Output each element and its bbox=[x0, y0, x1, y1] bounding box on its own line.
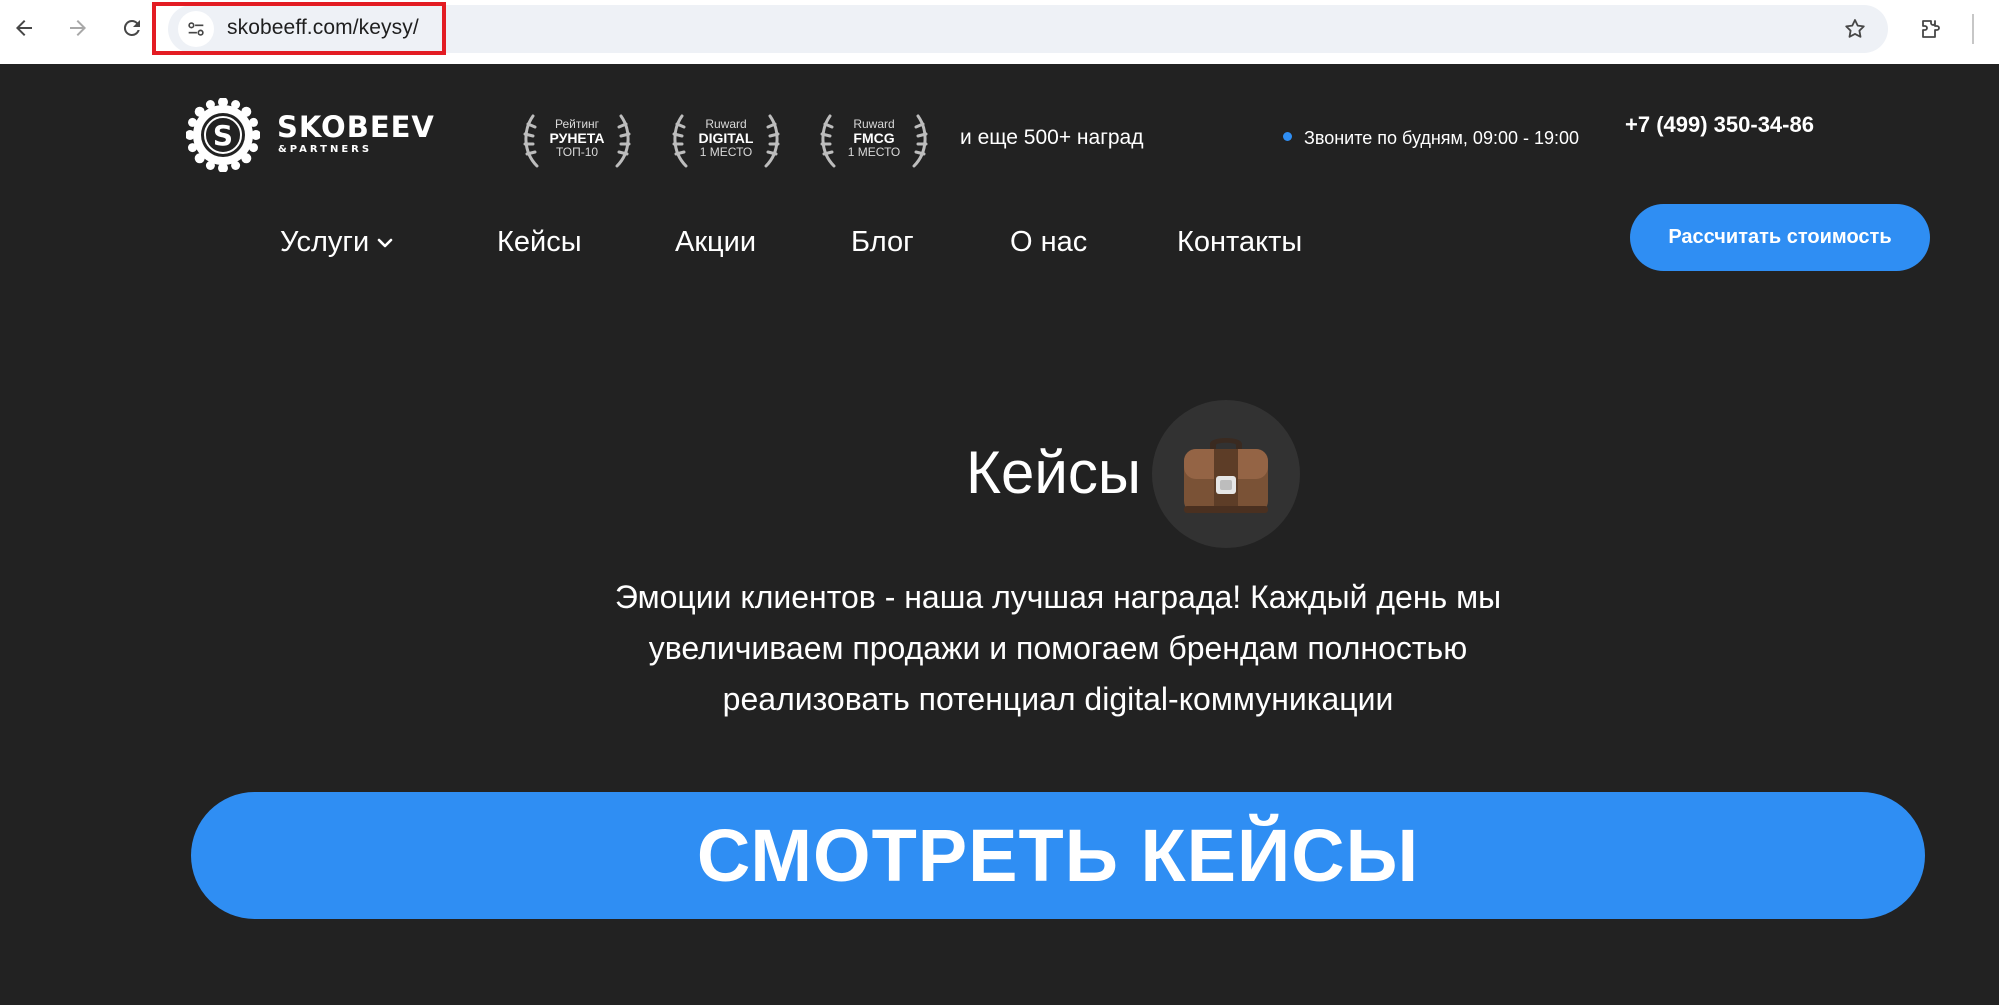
forward-icon[interactable] bbox=[60, 10, 96, 46]
logo-subtitle: &PARTNERS bbox=[278, 144, 373, 155]
extensions-icon[interactable] bbox=[1912, 11, 1948, 47]
logo-badge-icon: S bbox=[186, 98, 260, 172]
phone-link[interactable]: +7 (499) 350-34-86 bbox=[1625, 112, 1814, 138]
nav-item-blog[interactable]: Блог bbox=[851, 226, 914, 259]
award-line: РУНЕТА bbox=[549, 130, 605, 146]
hero-description: Эмоции клиентов - наша лучшая награда! К… bbox=[558, 572, 1558, 725]
briefcase-icon bbox=[1152, 400, 1300, 548]
award-line: FMCG bbox=[853, 130, 895, 146]
award-line: 1 МЕСТО bbox=[847, 145, 901, 159]
nav-item-promotions[interactable]: Акции bbox=[675, 226, 756, 259]
chevron-down-icon bbox=[377, 239, 393, 248]
bookmark-star-icon[interactable] bbox=[1837, 11, 1873, 47]
award-badge: Ruward FMCG 1 МЕСТО bbox=[816, 110, 932, 172]
award-badge: Рейтинг РУНЕТА ТОП-10 bbox=[519, 110, 635, 172]
hero-text-line: реализовать потенциал digital-коммуникац… bbox=[722, 681, 1394, 717]
calculate-cost-button[interactable]: Рассчитать стоимость bbox=[1630, 204, 1930, 271]
awards-more-text: и еще 500+ наград bbox=[960, 126, 1144, 149]
nav-item-label: Услуги bbox=[280, 226, 370, 258]
nav-item-services[interactable]: Услуги bbox=[280, 226, 393, 259]
toolbar-divider bbox=[1972, 14, 1974, 44]
logo[interactable]: S SKOBEEV &PARTNERS bbox=[186, 98, 434, 172]
award-line: Ruward bbox=[853, 117, 895, 131]
award-line: DIGITAL bbox=[698, 130, 754, 146]
page-title: Кейсы bbox=[966, 439, 1141, 506]
hero-text-line: увеличиваем продажи и помогаем брендам п… bbox=[648, 630, 1468, 666]
award-line: Ruward bbox=[705, 117, 747, 131]
svg-text:S: S bbox=[213, 119, 233, 152]
award-badge: Ruward DIGITAL 1 МЕСТО bbox=[668, 110, 784, 172]
logo-name: SKOBEEV bbox=[277, 110, 435, 144]
status-dot bbox=[1283, 132, 1292, 141]
nav-item-contacts[interactable]: Контакты bbox=[1177, 226, 1302, 259]
view-cases-button[interactable]: СМОТРЕТЬ КЕЙСЫ bbox=[191, 792, 1925, 919]
award-line: 1 МЕСТО bbox=[699, 145, 753, 159]
back-icon[interactable] bbox=[6, 10, 42, 46]
call-hours-text: Звоните по будням, 09:00 - 19:00 bbox=[1304, 128, 1580, 148]
nav-item-cases[interactable]: Кейсы bbox=[497, 226, 582, 259]
url-highlight-box bbox=[152, 2, 446, 55]
award-line: Рейтинг bbox=[554, 117, 600, 131]
award-line: ТОП-10 bbox=[555, 145, 599, 159]
reload-icon[interactable] bbox=[114, 10, 150, 46]
nav-item-about[interactable]: О нас bbox=[1010, 226, 1087, 259]
hero-text-line: Эмоции клиентов - наша лучшая награда! К… bbox=[614, 579, 1502, 615]
browser-toolbar: skobeeff.com/keysy/ bbox=[0, 0, 1999, 64]
